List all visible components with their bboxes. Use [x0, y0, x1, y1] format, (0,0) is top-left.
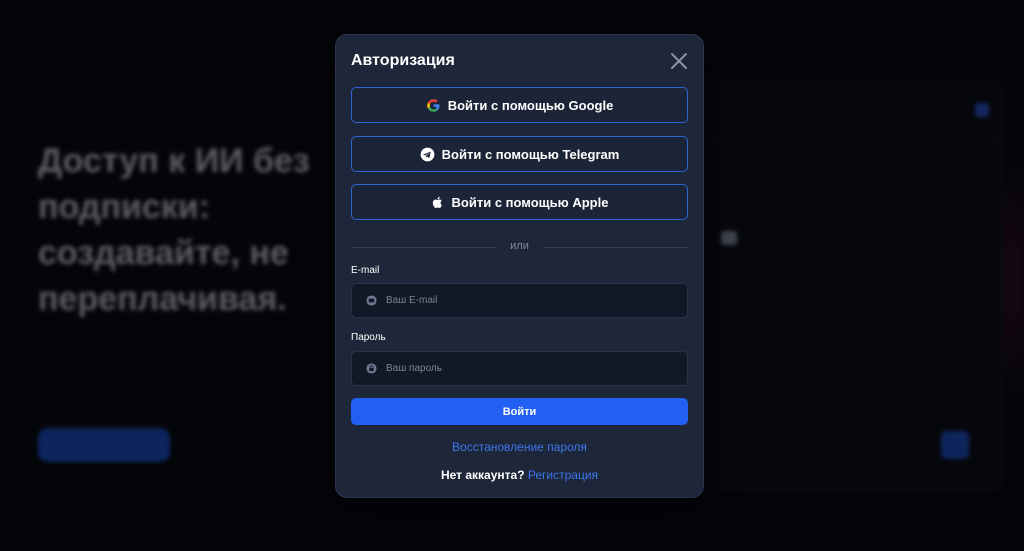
close-icon[interactable]: [669, 51, 689, 71]
password-input[interactable]: [384, 362, 668, 375]
email-label: E-mail: [351, 265, 380, 276]
register-row: Нет аккаунта? Регистрация: [336, 468, 703, 482]
google-login-label: Войти с помощью Google: [447, 97, 614, 113]
register-link[interactable]: Регистрация: [528, 468, 598, 482]
divider-text: или: [510, 240, 529, 252]
apple-login-label: Войти с помощью Apple: [451, 194, 609, 210]
telegram-login-label: Войти с помощью Telegram: [441, 146, 620, 162]
lock-icon: [366, 363, 377, 374]
google-login-button[interactable]: Войти с помощью Google: [351, 87, 688, 123]
divider-line: [543, 247, 688, 248]
password-label: Пароль: [351, 332, 386, 343]
login-submit-button[interactable]: Войти: [351, 398, 688, 425]
or-divider: или: [351, 240, 688, 254]
telegram-icon: [420, 147, 435, 161]
auth-modal: Авторизация Войти с помощью Google Войти…: [335, 34, 704, 498]
no-account-text: Нет аккаунта?: [440, 468, 525, 482]
email-input[interactable]: [384, 294, 668, 307]
email-icon: [366, 295, 377, 306]
email-field[interactable]: [351, 283, 688, 318]
apple-icon: [432, 196, 442, 208]
google-icon: [426, 98, 440, 112]
password-recovery-link[interactable]: Восстановление пароля: [336, 440, 703, 454]
modal-title: Авторизация: [351, 52, 455, 69]
apple-login-button[interactable]: Войти с помощью Apple: [351, 184, 688, 220]
password-field[interactable]: [351, 351, 688, 386]
telegram-login-button[interactable]: Войти с помощью Telegram: [351, 136, 688, 172]
